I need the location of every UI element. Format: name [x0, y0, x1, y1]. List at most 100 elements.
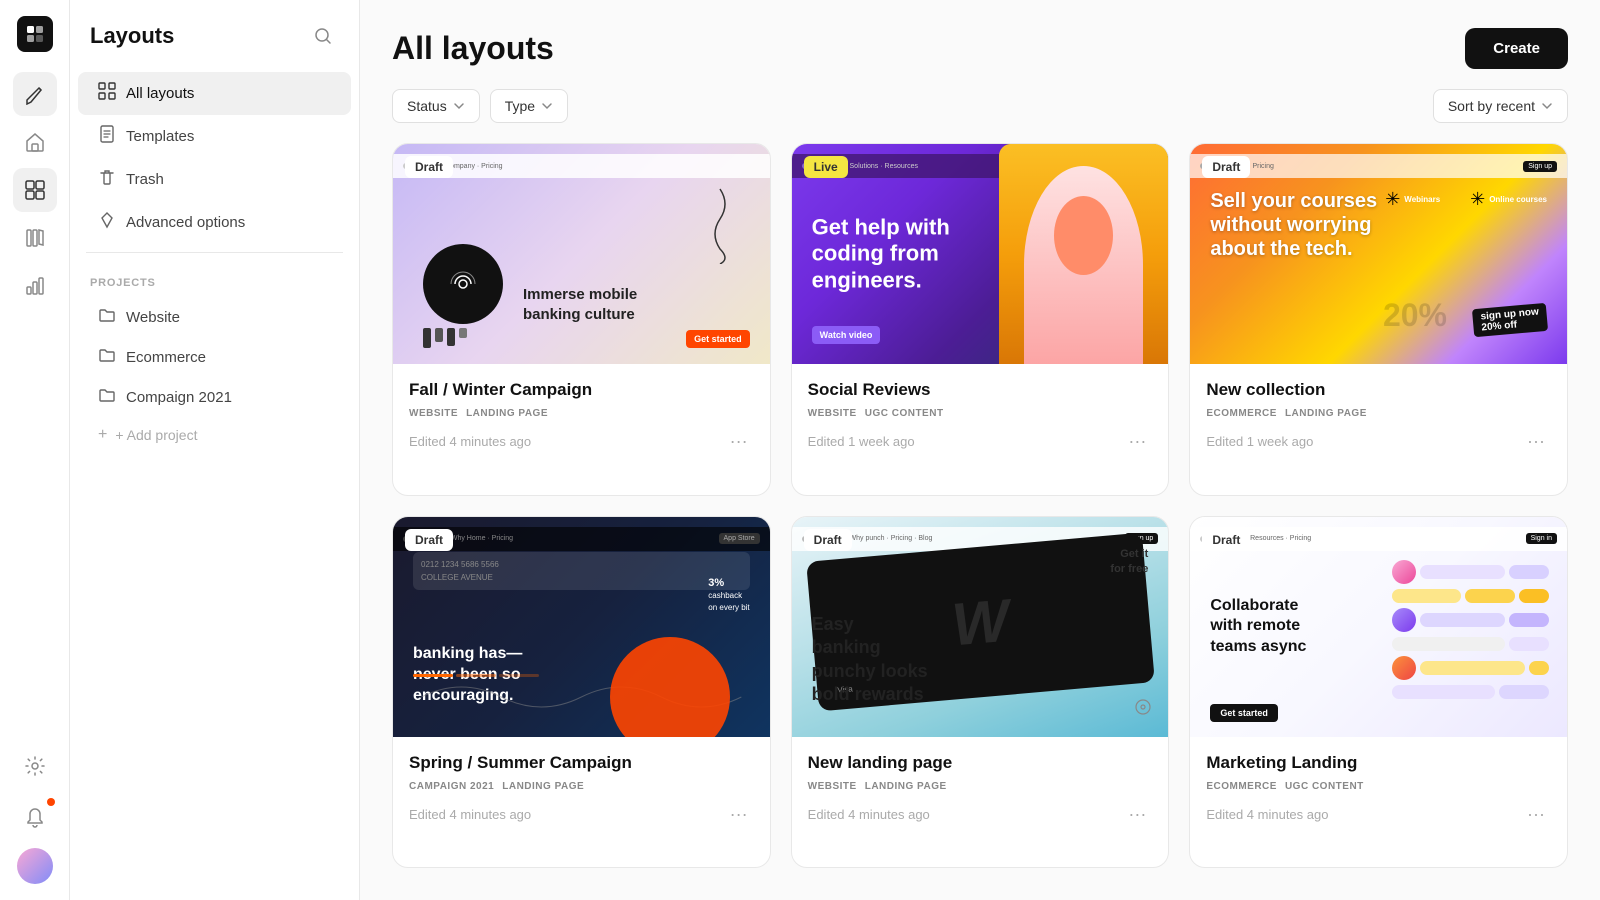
card-new-landing[interactable]: Features · Why punch · Pricing · Blog Si…: [791, 516, 1170, 869]
chevron-down-icon-2: [541, 100, 553, 112]
card-title-4: Spring / Summer Campaign: [409, 753, 754, 773]
chevron-down-icon-3: [1541, 100, 1553, 112]
sidebar-item-trash[interactable]: Trash: [78, 158, 351, 201]
card-marketing-landing[interactable]: Relaunch · Resources · Pricing Sign in C…: [1189, 516, 1568, 869]
sidebar-title: Layouts: [90, 23, 174, 49]
nav-home[interactable]: [13, 120, 57, 164]
sidebar-project-campaign[interactable]: Compaign 2021: [78, 377, 351, 417]
thumb-orange-circle: [610, 637, 730, 737]
card-info-2: Social Reviews WEBSITE UGC content Edite…: [792, 364, 1169, 470]
card-badge-5: Draft: [804, 529, 852, 551]
thumb-person: [999, 144, 1169, 364]
card-category-6: ECOMMERCE: [1206, 781, 1277, 792]
nav-library[interactable]: [13, 216, 57, 260]
add-project-button[interactable]: + + Add project: [78, 417, 351, 453]
card-category-1: WEBSITE: [409, 408, 458, 419]
nav-analytics[interactable]: [13, 264, 57, 308]
card-info-5: New landing page WEBSITE Landing Page Ed…: [792, 737, 1169, 843]
type-filter[interactable]: Type: [490, 89, 568, 123]
cta-btn-2: Watch video: [812, 326, 881, 344]
nav-layouts[interactable]: [13, 168, 57, 212]
thumb-coding-text: Get help withcoding fromengineers.: [812, 214, 950, 293]
card-subcategory-5: Landing Page: [865, 781, 947, 792]
sidebar-project-website[interactable]: Website: [78, 297, 351, 337]
main-content: All layouts Create Status Type Sort by r…: [360, 0, 1600, 900]
card-time-6: Edited 4 minutes ago: [1206, 807, 1328, 822]
card-social-reviews[interactable]: Features · Solutions · Resources Get hel…: [791, 143, 1170, 496]
nav-edit[interactable]: [13, 72, 57, 116]
card-meta-5: WEBSITE Landing Page: [808, 781, 1153, 792]
create-button[interactable]: Create: [1465, 28, 1568, 69]
sort-label: Sort by recent: [1448, 98, 1535, 114]
sidebar-item-all-layouts[interactable]: All layouts: [78, 72, 351, 115]
card-badge-3: Draft: [1202, 156, 1250, 178]
card-title-3: New collection: [1206, 380, 1551, 400]
doc-icon: [98, 125, 116, 148]
thumb-text-1: Immerse mobilebanking culture: [523, 285, 637, 324]
nav-settings[interactable]: [13, 744, 57, 788]
card-meta-2: WEBSITE UGC content: [808, 408, 1153, 419]
card-subcategory-2: UGC content: [865, 408, 944, 419]
card-footer-6: Edited 4 minutes ago ···: [1206, 802, 1551, 827]
sidebar-item-trash-label: Trash: [126, 171, 164, 188]
card-footer-5: Edited 4 minutes ago ···: [808, 802, 1153, 827]
card-thumb-2: Features · Solutions · Resources Get hel…: [792, 144, 1169, 364]
type-filter-label: Type: [505, 98, 535, 114]
card-thumb-5: Features · Why punch · Pricing · Blog Si…: [792, 517, 1169, 737]
sidebar-item-templates-label: Templates: [126, 128, 194, 145]
filters-left: Status Type: [392, 89, 568, 123]
card-badge-6: Draft: [1202, 529, 1250, 551]
chevron-down-icon: [453, 100, 465, 112]
sidebar-item-all-layouts-label: All layouts: [126, 85, 194, 102]
notification-button[interactable]: [13, 796, 57, 840]
card-more-5[interactable]: ···: [1122, 802, 1152, 827]
card-subcategory-3: Landing Page: [1285, 408, 1367, 419]
sidebar-project-campaign-label: Compaign 2021: [126, 389, 232, 406]
card-meta-1: WEBSITE Landing Page: [409, 408, 754, 419]
card-subcategory-6: UGC content: [1285, 781, 1364, 792]
card-time-2: Edited 1 week ago: [808, 434, 915, 449]
card-more-6[interactable]: ···: [1521, 802, 1551, 827]
thumb-bars-1: [423, 328, 467, 348]
card-info-6: Marketing Landing ECOMMERCE UGC content …: [1190, 737, 1567, 843]
card-subcategory-1: Landing Page: [466, 408, 548, 419]
card-title-5: New landing page: [808, 753, 1153, 773]
main-header: All layouts Create: [360, 0, 1600, 89]
thumb-wave-1: [690, 184, 750, 264]
sidebar-item-advanced-options[interactable]: Advanced options: [78, 201, 351, 244]
filters-bar: Status Type Sort by recent: [360, 89, 1600, 143]
card-fall-winter[interactable]: Company · Pricing Immerse mobilebanking …: [392, 143, 771, 496]
user-avatar[interactable]: [17, 848, 53, 884]
card-more-4[interactable]: ···: [724, 802, 754, 827]
card-more-2[interactable]: ···: [1122, 429, 1152, 454]
icon-bar-bottom: [13, 744, 57, 884]
card-spring-summer[interactable]: Features · Why Home · Pricing App Store …: [392, 516, 771, 869]
card-time-4: Edited 4 minutes ago: [409, 807, 531, 822]
app-logo[interactable]: [17, 16, 53, 52]
card-category-5: WEBSITE: [808, 781, 857, 792]
sidebar-project-ecommerce[interactable]: Ecommerce: [78, 337, 351, 377]
sidebar-project-website-label: Website: [126, 309, 180, 326]
thumb-bank-form: 0212 1234 5686 5566 COLLEGE AVENUE: [413, 547, 750, 590]
sidebar-item-templates[interactable]: Templates: [78, 115, 351, 158]
card-footer-2: Edited 1 week ago ···: [808, 429, 1153, 454]
card-new-collection[interactable]: Templates · Pricing Sign up Sell your co…: [1189, 143, 1568, 496]
sidebar: Layouts All layouts Templates: [70, 0, 360, 900]
card-badge-2: Live: [804, 156, 848, 178]
thumb-settings-icon: [1133, 697, 1153, 722]
sort-button[interactable]: Sort by recent: [1433, 89, 1568, 123]
card-info-4: Spring / Summer Campaign CAMPAIGN 2021 L…: [393, 737, 770, 843]
search-button[interactable]: [307, 20, 339, 52]
status-filter[interactable]: Status: [392, 89, 480, 123]
thumb-circle-1: [423, 244, 503, 324]
card-time-3: Edited 1 week ago: [1206, 434, 1313, 449]
folder-icon-3: [98, 386, 116, 408]
card-category-2: WEBSITE: [808, 408, 857, 419]
card-more-1[interactable]: ···: [724, 429, 754, 454]
card-meta-3: ECOMMERCE Landing Page: [1206, 408, 1551, 419]
card-more-3[interactable]: ···: [1521, 429, 1551, 454]
card-footer-1: Edited 4 minutes ago ···: [409, 429, 754, 454]
card-meta-4: CAMPAIGN 2021 Landing Page: [409, 781, 754, 792]
card-time-5: Edited 4 minutes ago: [808, 807, 930, 822]
folder-icon-2: [98, 346, 116, 368]
